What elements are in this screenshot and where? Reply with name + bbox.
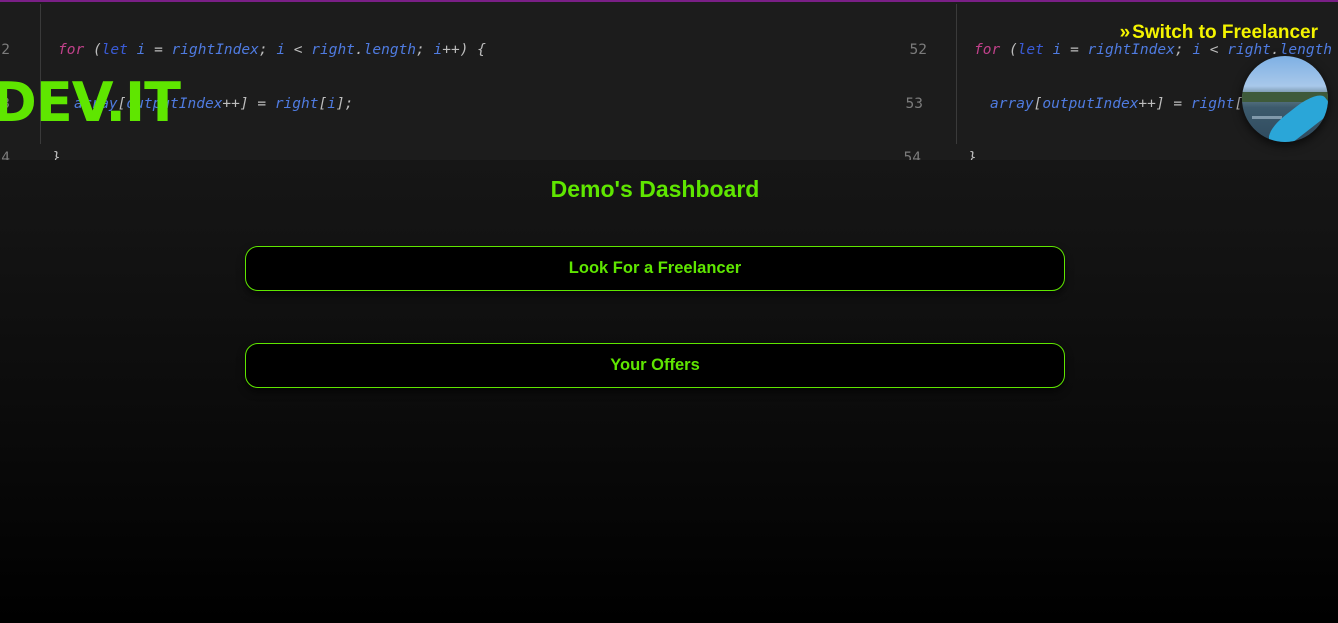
devit-logo[interactable]: DEV.IT xyxy=(0,76,181,130)
avatar[interactable] xyxy=(1242,56,1328,142)
look-for-freelancer-button[interactable]: Look For a Freelancer xyxy=(245,246,1065,291)
double-chevron-right-icon: » xyxy=(1119,22,1131,43)
switch-to-freelancer-label: Switch to Freelancer xyxy=(1132,22,1318,43)
indent-guide xyxy=(956,4,957,144)
avatar-water xyxy=(1252,116,1282,119)
your-offers-button[interactable]: Your Offers xyxy=(245,343,1065,388)
page-title: Demo's Dashboard xyxy=(550,176,760,202)
switch-to-freelancer-link[interactable]: » Switch to Freelancer xyxy=(1120,22,1318,44)
